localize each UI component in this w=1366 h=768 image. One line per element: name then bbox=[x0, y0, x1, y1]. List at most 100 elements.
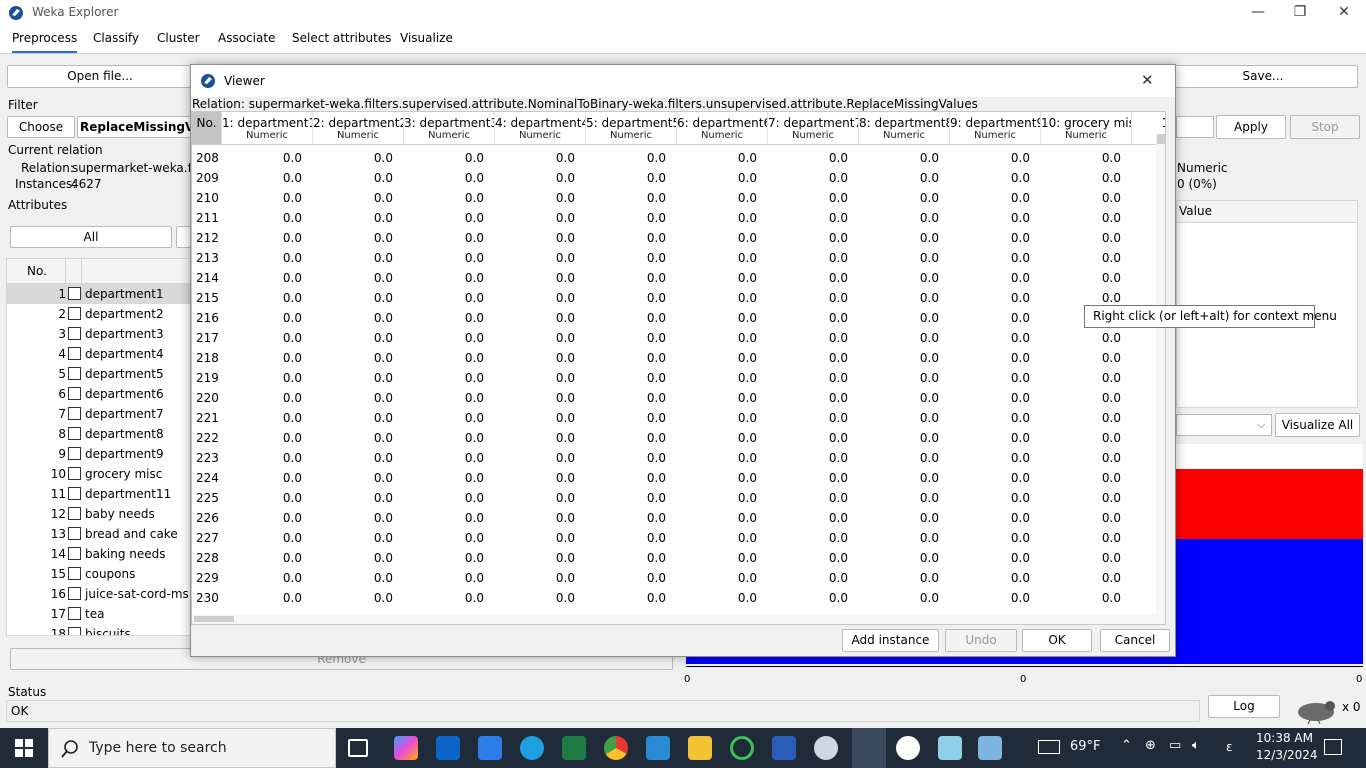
attribute-row[interactable]: 1 department1 bbox=[7, 284, 190, 304]
table-cell[interactable]: 0.0 bbox=[404, 531, 484, 545]
attribute-checkbox[interactable] bbox=[68, 467, 81, 480]
column-header[interactable]: 5: department5 Numeric bbox=[586, 112, 677, 145]
attribute-row[interactable]: 13 bread and cake bbox=[7, 524, 190, 544]
table-cell[interactable]: 0.0 bbox=[677, 171, 757, 185]
table-cell[interactable]: 0.0 bbox=[677, 271, 757, 285]
table-cell[interactable]: 0.0 bbox=[950, 571, 1030, 585]
table-cell[interactable]: 0.0 bbox=[677, 591, 757, 605]
attribute-row[interactable]: 9 department9 bbox=[7, 444, 190, 464]
app-icon-3[interactable] bbox=[978, 736, 1002, 760]
table-cell[interactable]: 0.0 bbox=[950, 491, 1030, 505]
weather-temp[interactable]: 69°F bbox=[1070, 739, 1101, 754]
horizontal-scrollbar[interactable] bbox=[192, 614, 1165, 624]
table-row[interactable]: 215 0.0 0.0 0.0 0.0 0.0 0.0 0.0 0.0 0.0 0.0 bbox=[192, 288, 1165, 308]
table-row[interactable]: 219 0.0 0.0 0.0 0.0 0.0 0.0 0.0 0.0 0.0 0.0 bbox=[192, 368, 1165, 388]
table-cell[interactable]: 0.0 bbox=[586, 371, 666, 385]
table-cell[interactable]: 0.0 bbox=[677, 431, 757, 445]
table-cell[interactable]: 0.0 bbox=[404, 451, 484, 465]
table-cell[interactable]: 0.0 bbox=[586, 431, 666, 445]
table-cell[interactable]: 0.0 bbox=[859, 531, 939, 545]
table-cell[interactable]: 0.0 bbox=[768, 511, 848, 525]
table-cell[interactable]: 0.0 bbox=[859, 411, 939, 425]
table-cell[interactable]: 0.0 bbox=[950, 251, 1030, 265]
table-cell[interactable]: 0.0 bbox=[950, 171, 1030, 185]
volume-icon[interactable]: 🔈︎ bbox=[1192, 738, 1200, 753]
table-cell[interactable]: 0.0 bbox=[495, 391, 575, 405]
table-cell[interactable]: 0.0 bbox=[313, 491, 393, 505]
table-cell[interactable]: 0.0 bbox=[495, 551, 575, 565]
battery-icon[interactable]: ▭ bbox=[1169, 738, 1181, 753]
attribute-checkbox[interactable] bbox=[68, 327, 81, 340]
column-header-no[interactable]: No. bbox=[192, 112, 222, 145]
table-row[interactable]: 229 0.0 0.0 0.0 0.0 0.0 0.0 0.0 0.0 0.0 0.0 bbox=[192, 568, 1165, 588]
table-cell[interactable]: 0.0 bbox=[404, 471, 484, 485]
tab-select-attributes[interactable]: Select attributes bbox=[292, 31, 391, 45]
maximize-button[interactable]: ❐ bbox=[1278, 2, 1322, 24]
table-cell[interactable]: 0.0 bbox=[313, 471, 393, 485]
attribute-checkbox[interactable] bbox=[68, 547, 81, 560]
table-cell[interactable]: 0.0 bbox=[586, 451, 666, 465]
minimize-button[interactable]: — bbox=[1236, 2, 1280, 24]
table-cell[interactable]: 0.0 bbox=[859, 471, 939, 485]
apply-button[interactable]: Apply bbox=[1216, 115, 1286, 139]
column-header[interactable]: 7: department7 Numeric bbox=[768, 112, 859, 145]
table-cell[interactable]: 0.0 bbox=[495, 271, 575, 285]
table-cell[interactable]: 0.0 bbox=[768, 371, 848, 385]
table-cell[interactable]: 0.0 bbox=[586, 151, 666, 165]
table-cell[interactable]: 0.0 bbox=[222, 331, 302, 345]
viewer-close-button[interactable]: ✕ bbox=[1141, 71, 1154, 89]
table-cell[interactable]: 0.0 bbox=[677, 571, 757, 585]
table-row[interactable]: 220 0.0 0.0 0.0 0.0 0.0 0.0 0.0 0.0 0.0 0.0 bbox=[192, 388, 1165, 408]
table-row[interactable]: 213 0.0 0.0 0.0 0.0 0.0 0.0 0.0 0.0 0.0 0.0 bbox=[192, 248, 1165, 268]
table-row[interactable]: 217 0.0 0.0 0.0 0.0 0.0 0.0 0.0 0.0 0.0 0.0 bbox=[192, 328, 1165, 348]
table-row[interactable]: 218 0.0 0.0 0.0 0.0 0.0 0.0 0.0 0.0 0.0 0.0 bbox=[192, 348, 1165, 368]
visualize-all-button[interactable]: Visualize All bbox=[1275, 413, 1360, 437]
table-cell[interactable]: 0.0 bbox=[768, 271, 848, 285]
table-cell[interactable]: 0.0 bbox=[859, 371, 939, 385]
tab-preprocess[interactable]: Preprocess bbox=[12, 31, 78, 53]
table-row[interactable]: 222 0.0 0.0 0.0 0.0 0.0 0.0 0.0 0.0 0.0 0.0 bbox=[192, 428, 1165, 448]
column-header[interactable]: 4: department4 Numeric bbox=[495, 112, 586, 145]
table-cell[interactable]: 0.0 bbox=[768, 191, 848, 205]
cancel-button[interactable]: Cancel bbox=[1100, 629, 1170, 652]
table-row[interactable]: 209 0.0 0.0 0.0 0.0 0.0 0.0 0.0 0.0 0.0 0.0 bbox=[192, 168, 1165, 188]
table-cell[interactable]: 0.0 bbox=[1041, 371, 1121, 385]
table-cell[interactable]: 0.0 bbox=[313, 451, 393, 465]
tab-associate[interactable]: Associate bbox=[218, 31, 275, 45]
table-cell[interactable]: 0.0 bbox=[950, 231, 1030, 245]
table-cell[interactable]: 0.0 bbox=[404, 171, 484, 185]
table-row[interactable]: 228 0.0 0.0 0.0 0.0 0.0 0.0 0.0 0.0 0.0 0.0 bbox=[192, 548, 1165, 568]
table-cell[interactable]: 0.0 bbox=[768, 251, 848, 265]
table-row[interactable]: 212 0.0 0.0 0.0 0.0 0.0 0.0 0.0 0.0 0.0 0.0 bbox=[192, 228, 1165, 248]
table-cell[interactable]: 0.0 bbox=[404, 151, 484, 165]
table-cell[interactable]: 0.0 bbox=[222, 491, 302, 505]
table-cell[interactable]: 0.0 bbox=[586, 471, 666, 485]
column-header[interactable]: 2: department2 Numeric bbox=[313, 112, 404, 145]
attribute-row[interactable]: 3 department3 bbox=[7, 324, 190, 344]
table-cell[interactable]: 0.0 bbox=[677, 311, 757, 325]
table-cell[interactable]: 0.0 bbox=[586, 551, 666, 565]
table-cell[interactable]: 0.0 bbox=[586, 531, 666, 545]
table-cell[interactable]: 0.0 bbox=[495, 151, 575, 165]
table-cell[interactable]: 0.0 bbox=[950, 191, 1030, 205]
attribute-checkbox[interactable] bbox=[68, 487, 81, 500]
table-cell[interactable]: 0.0 bbox=[859, 151, 939, 165]
table-cell[interactable]: 0.0 bbox=[950, 151, 1030, 165]
table-cell[interactable]: 0.0 bbox=[677, 551, 757, 565]
attribute-checkbox[interactable] bbox=[68, 527, 81, 540]
table-cell[interactable]: 0.0 bbox=[677, 151, 757, 165]
table-cell[interactable]: 0.0 bbox=[768, 451, 848, 465]
clock-date[interactable]: 12/3/2024 bbox=[1256, 748, 1318, 762]
table-cell[interactable]: 0.0 bbox=[313, 531, 393, 545]
table-cell[interactable]: 0.0 bbox=[404, 551, 484, 565]
table-cell[interactable]: 0.0 bbox=[222, 151, 302, 165]
table-cell[interactable]: 0.0 bbox=[222, 451, 302, 465]
table-cell[interactable]: 0.0 bbox=[313, 191, 393, 205]
table-cell[interactable]: 0.0 bbox=[859, 231, 939, 245]
table-row[interactable]: 225 0.0 0.0 0.0 0.0 0.0 0.0 0.0 0.0 0.0 0.0 bbox=[192, 488, 1165, 508]
table-cell[interactable]: 0.0 bbox=[859, 451, 939, 465]
table-cell[interactable]: 0.0 bbox=[677, 491, 757, 505]
table-cell[interactable]: 0.0 bbox=[222, 191, 302, 205]
table-cell[interactable]: 0.0 bbox=[586, 591, 666, 605]
table-cell[interactable]: 0.0 bbox=[1041, 191, 1121, 205]
